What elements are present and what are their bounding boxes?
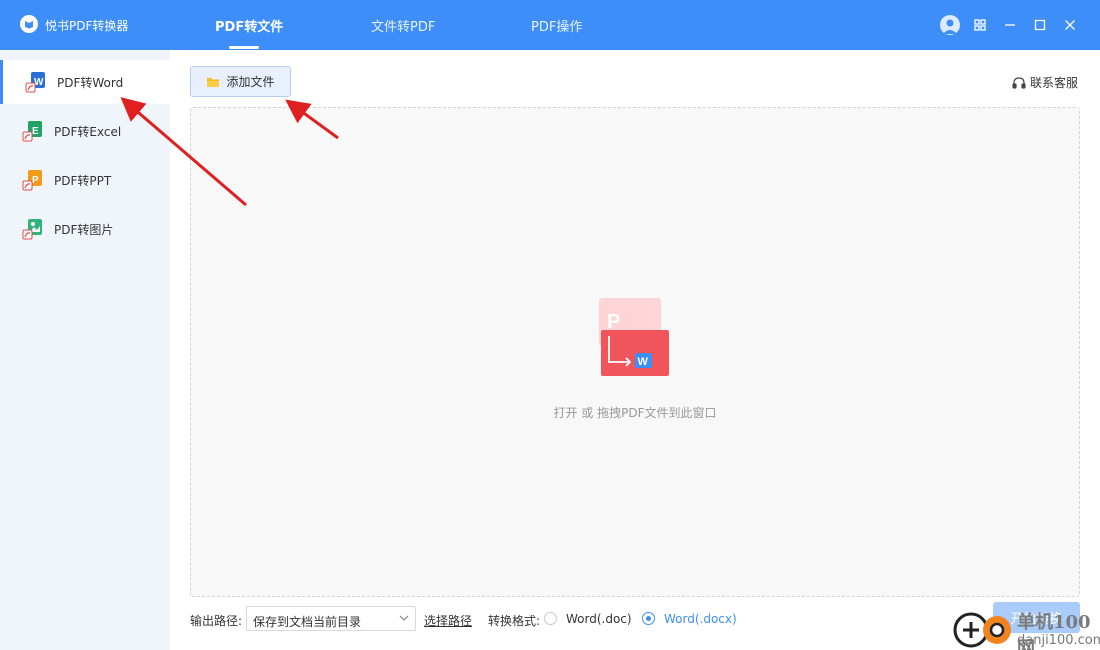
sidebar-item-pdf-to-ppt[interactable]: P PDF转PPT [0,158,170,202]
svg-text:W: W [638,356,649,368]
output-path-label: 输出路径: [190,614,243,628]
format-label: 转换格式: [488,614,541,628]
chevron-down-icon [399,615,409,621]
drop-hint-text: 打开 或 拖拽PDF文件到此窗口 [553,406,717,420]
tab-file-to-pdf[interactable]: 文件转PDF [371,16,435,35]
format-doc-label[interactable]: Word(.doc) [566,612,632,626]
file-drop-zone[interactable]: P W 打开 或 拖拽PDF文件到此窗口 [190,107,1080,597]
svg-text:P: P [607,311,620,333]
title-bar: 悦书PDF转换器 PDF转文件 文件转PDF PDF操作 [0,0,1100,50]
app-name: 悦书PDF转换器 [45,19,129,33]
close-icon[interactable] [1060,15,1080,35]
active-tab-indicator [229,46,259,49]
pdf-to-excel-icon: E [22,121,42,142]
add-file-button[interactable]: 添加文件 [190,66,291,97]
maximize-icon[interactable] [1030,15,1050,35]
pdf-to-ppt-icon: P [22,170,42,191]
sidebar-item-label: PDF转Excel [54,124,122,139]
format-doc-radio[interactable] [544,612,557,625]
watermark: 单机100网 danji100.com [953,606,1100,650]
choose-path-link[interactable]: 选择路径 [424,612,472,629]
sidebar-item-label: PDF转PPT [54,173,112,188]
watermark-url: danji100.com [1017,633,1100,648]
format-docx-label[interactable]: Word(.docx) [664,612,737,626]
svg-text:E: E [32,126,39,137]
contact-support-label: 联系客服 [1030,76,1079,90]
minimize-icon[interactable] [1000,15,1020,35]
output-path-value: 保存到文档当前目录 [253,615,362,629]
sidebar-item-label: PDF转Word [57,75,124,90]
grid-menu-icon[interactable] [970,15,990,35]
format-docx-radio[interactable] [642,612,655,625]
headset-icon [1012,76,1026,89]
avatar-icon[interactable] [940,15,960,35]
tab-pdf-to-file[interactable]: PDF转文件 [215,16,283,35]
output-path-select[interactable]: 保存到文档当前目录 [246,606,416,631]
pdf-to-word-icon: W [25,72,45,93]
sidebar: W PDF转Word E PDF转Excel P PDF转PPT PDF转图片 [0,50,170,650]
contact-support-link[interactable]: 联系客服 [1012,74,1078,91]
folder-icon [207,77,220,87]
pdf-to-word-illustration-icon: P W [599,298,669,376]
svg-text:P: P [32,175,39,186]
app-logo-icon [20,15,38,33]
sidebar-item-pdf-to-image[interactable]: PDF转图片 [0,207,170,251]
pdf-to-image-icon [22,219,42,240]
tab-pdf-operations[interactable]: PDF操作 [531,16,582,35]
sidebar-item-label: PDF转图片 [54,222,114,237]
sidebar-item-pdf-to-word[interactable]: W PDF转Word [0,60,170,104]
add-file-label: 添加文件 [226,75,275,89]
watermark-logo-icon [953,612,1011,648]
sidebar-item-pdf-to-excel[interactable]: E PDF转Excel [0,109,170,153]
